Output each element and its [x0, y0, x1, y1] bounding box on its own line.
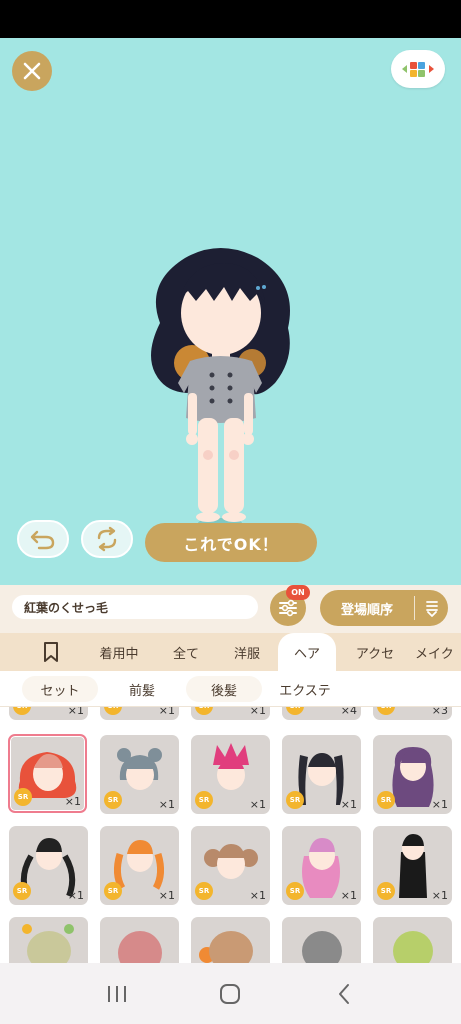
item-qty: ×1 — [67, 707, 84, 717]
bookmark-icon — [44, 642, 58, 662]
hair-subtabs: セット 前髪 後髪 エクステ — [0, 671, 461, 707]
rarity-badge: SR — [377, 707, 395, 715]
swap-button[interactable] — [81, 520, 133, 558]
subtab-back-hair[interactable]: 後髪 — [186, 676, 262, 702]
hair-preview — [118, 931, 162, 963]
item-tile[interactable]: SR ×1 — [282, 826, 361, 905]
hair-preview — [302, 931, 342, 963]
selected-item-name: 紅葉のくせっ毛 — [12, 595, 258, 619]
rarity-badge: SR — [377, 791, 395, 809]
rarity-badge: SR — [104, 707, 122, 715]
color-palette-icon — [402, 62, 434, 77]
category-tabs: 着用中 全て 洋服 ヘア アクセ メイク — [0, 633, 461, 671]
item-tile[interactable]: SR ×1 — [9, 707, 88, 720]
item-qty: ×1 — [67, 889, 84, 902]
close-button[interactable] — [12, 51, 52, 91]
item-qty: ×1 — [249, 889, 266, 902]
subtab-bangs[interactable]: 前髪 — [110, 676, 174, 702]
item-qty: ×1 — [158, 798, 175, 811]
tab-bookmark[interactable] — [25, 633, 77, 671]
back-button[interactable] — [324, 974, 364, 1014]
subtab-set[interactable]: セット — [22, 676, 98, 702]
item-tile[interactable]: SR ×1 — [8, 734, 87, 813]
item-qty: ×1 — [340, 889, 357, 902]
rarity-badge: SR — [286, 882, 304, 900]
item-qty: ×1 — [158, 889, 175, 902]
rarity-badge: SR — [286, 791, 304, 809]
status-bar — [0, 0, 461, 38]
item-tile[interactable]: SR ×1 — [191, 707, 270, 720]
rarity-badge: SR — [14, 788, 32, 806]
rarity-badge: SR — [377, 882, 395, 900]
tab-makeup[interactable]: メイク — [415, 633, 461, 671]
home-button[interactable] — [210, 974, 250, 1014]
tab-hair[interactable]: ヘア — [278, 633, 336, 671]
item-qty: ×1 — [249, 798, 266, 811]
item-qty: ×1 — [249, 707, 266, 717]
rarity-badge: SR — [13, 707, 31, 715]
item-tile[interactable]: SR ×1 — [373, 735, 452, 814]
sort-divider — [414, 596, 415, 620]
item-tile[interactable] — [191, 917, 270, 963]
item-tile[interactable]: SR ×1 — [9, 826, 88, 905]
sort-direction-icon[interactable] — [415, 599, 448, 617]
item-tile[interactable] — [100, 917, 179, 963]
item-tile[interactable]: SR ×1 — [191, 826, 270, 905]
item-tile[interactable]: SR ×3 — [373, 707, 452, 720]
item-qty: ×1 — [431, 798, 448, 811]
rarity-badge: SR — [104, 791, 122, 809]
item-tile[interactable]: SR ×1 — [100, 707, 179, 720]
home-icon — [220, 983, 241, 1004]
recents-icon — [107, 985, 126, 1002]
item-tile[interactable]: SR ×1 — [373, 826, 452, 905]
system-navigation-bar — [0, 963, 461, 1024]
item-tile[interactable]: SR ×1 — [191, 735, 270, 814]
tab-wearing[interactable]: 着用中 — [88, 633, 150, 671]
rarity-badge: SR — [195, 707, 213, 715]
item-tile[interactable] — [282, 917, 361, 963]
item-qty: ×3 — [431, 707, 448, 717]
subtab-extensions[interactable]: エクステ — [268, 676, 342, 702]
rarity-badge: SR — [286, 707, 304, 715]
palette-button[interactable] — [391, 50, 445, 88]
filter-on-badge: ON — [286, 585, 310, 600]
rarity-badge: SR — [195, 791, 213, 809]
close-x-icon — [23, 62, 41, 80]
recents-button[interactable] — [97, 974, 137, 1014]
hair-preview — [393, 931, 433, 963]
tab-all[interactable]: 全て — [160, 633, 212, 671]
hair-preview — [199, 931, 253, 963]
item-tile[interactable]: SR ×4 — [282, 707, 361, 720]
tab-clothes[interactable]: 洋服 — [220, 633, 274, 671]
back-chevron-icon — [339, 983, 350, 1004]
item-tile[interactable]: SR ×1 — [282, 735, 361, 814]
item-tile[interactable] — [373, 917, 452, 963]
item-qty: ×1 — [64, 795, 81, 808]
rarity-badge: SR — [195, 882, 213, 900]
item-tile[interactable] — [9, 917, 88, 963]
rarity-badge: SR — [13, 882, 31, 900]
item-qty: ×1 — [431, 889, 448, 902]
hair-item-grid: SR ×1 SR ×1 SR ×1 SR ×4 SR ×3 SR ×1 SR ×1 SR … — [0, 707, 461, 963]
item-toolbar: 紅葉のくせっ毛 ON 登場順序 — [0, 585, 461, 633]
undo-arrow-icon — [30, 530, 55, 550]
sort-label: 登場順序 — [340, 602, 393, 618]
sort-order-button[interactable]: 登場順序 — [320, 590, 448, 626]
item-qty: ×1 — [158, 707, 175, 717]
item-qty: ×4 — [340, 707, 357, 717]
item-tile[interactable]: SR ×1 — [100, 826, 179, 905]
swap-cycle-icon — [97, 526, 117, 552]
item-qty: ×1 — [340, 798, 357, 811]
avatar-stage: これでOK！ — [0, 38, 461, 585]
undo-button[interactable] — [17, 520, 69, 558]
item-tile[interactable]: SR ×1 — [100, 735, 179, 814]
hair-preview — [22, 924, 74, 963]
avatar-character — [151, 248, 290, 528]
rarity-badge: SR — [104, 882, 122, 900]
sliders-icon — [279, 599, 297, 617]
confirm-ok-button[interactable]: これでOK！ — [145, 523, 317, 562]
tab-accessories[interactable]: アクセ — [344, 633, 406, 671]
